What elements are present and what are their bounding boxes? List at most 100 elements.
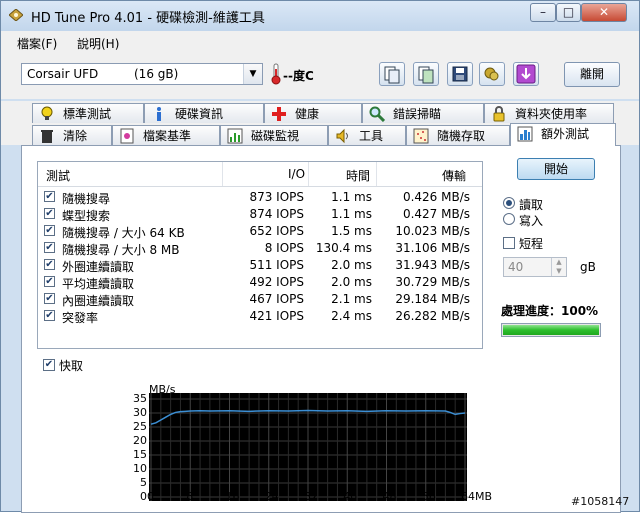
row-checkbox[interactable]: ✔ xyxy=(44,242,55,253)
short-stroke-size-input[interactable]: 40 ▲ ▼ xyxy=(503,257,567,277)
drive-name: Corsair UFD xyxy=(27,67,99,81)
table-row[interactable]: ✔ 內圈連續讀取 467 IOPS 2.1 ms 29.184 MB/s xyxy=(38,291,482,308)
bar-chart-icon xyxy=(227,128,243,144)
table-row[interactable]: ✔ 平均連續讀取 492 IOPS 2.0 ms 30.729 MB/s xyxy=(38,274,482,291)
read-radio[interactable] xyxy=(503,197,515,209)
menu-bar: 檔案(F) 說明(H) xyxy=(1,31,639,53)
table-row[interactable]: ✔ 外圈連續讀取 511 IOPS 2.0 ms 31.943 MB/s xyxy=(38,257,482,274)
tab-folder-usage[interactable]: 資料夾使用率 xyxy=(484,103,614,123)
time-value: 1.5 ms xyxy=(331,224,372,238)
transfer-rate-graph xyxy=(149,393,467,501)
tab-extra-tests-label: 額外測試 xyxy=(541,127,590,141)
menu-file[interactable]: 檔案(F) xyxy=(17,35,57,52)
x-tick-label: 8 xyxy=(186,490,194,503)
exit-button[interactable]: 離開 xyxy=(564,62,620,87)
io-value: 467 IOPS xyxy=(249,292,304,306)
time-value: 1.1 ms xyxy=(331,207,372,221)
tab-extra-tests[interactable]: 額外測試 xyxy=(510,123,616,146)
time-value: 2.0 ms xyxy=(331,275,372,289)
time-value: 2.0 ms xyxy=(331,258,372,272)
spinner-arrows-icon[interactable]: ▲ ▼ xyxy=(551,258,566,276)
rate-value: 26.282 MB/s xyxy=(395,309,470,323)
row-checkbox[interactable]: ✔ xyxy=(44,310,55,321)
temperature-readout: --度C xyxy=(283,69,314,83)
row-checkbox[interactable]: ✔ xyxy=(44,276,55,287)
results-table: 測試 I/O 時間 傳輸 ✔ 隨機搜尋 873 IOPS 1.1 ms 0.426 MB… xyxy=(37,161,483,349)
drive-select[interactable]: Corsair UFD (16 gB) ▼ xyxy=(21,63,263,85)
folder-lock-icon xyxy=(493,106,505,122)
copy-text-button[interactable] xyxy=(379,62,405,86)
short-stroke-size-value: 40 xyxy=(508,260,524,274)
table-row[interactable]: ✔ 隨機搜尋 / 大小 8 MB 8 IOPS 130.4 ms 31.106 MB/s xyxy=(38,240,482,257)
health-cross-icon xyxy=(272,107,286,121)
row-checkbox[interactable]: ✔ xyxy=(44,191,55,202)
io-value: 421 IOPS xyxy=(249,309,304,323)
io-value: 873 IOPS xyxy=(249,190,304,204)
rate-value: 29.184 MB/s xyxy=(395,292,470,306)
io-value: 8 IOPS xyxy=(264,241,304,255)
info-icon xyxy=(157,107,161,121)
chevron-down-icon[interactable]: ▼ xyxy=(243,64,262,84)
maximize-button[interactable]: □ xyxy=(556,3,581,22)
table-row[interactable]: ✔ 蝶型搜索 874 IOPS 1.1 ms 0.427 MB/s xyxy=(38,206,482,223)
row-checkbox[interactable]: ✔ xyxy=(44,259,55,270)
table-row[interactable]: ✔ 隨機搜尋 / 大小 64 KB 652 IOPS 1.5 ms 10.023 MB/… xyxy=(38,223,482,240)
time-value: 2.1 ms xyxy=(331,292,372,306)
options-button[interactable] xyxy=(479,62,505,86)
tab-tools-label: 工具 xyxy=(359,129,384,143)
download-button[interactable] xyxy=(513,62,539,86)
short-stroke-checkbox[interactable] xyxy=(503,237,515,249)
tab-tools[interactable]: 工具 xyxy=(328,125,406,145)
y-tick-label: 5 xyxy=(140,476,147,489)
tab-info[interactable]: 硬碟資訊 xyxy=(144,103,264,123)
read-label: 讀取 xyxy=(519,198,544,212)
test-name: 外圈連續讀取 xyxy=(62,260,135,274)
save-button[interactable] xyxy=(447,62,473,86)
tab-benchmark-label: 標準測試 xyxy=(63,107,112,121)
table-header: 測試 I/O 時間 傳輸 xyxy=(38,162,482,187)
transfer-rate-chart xyxy=(149,393,467,501)
trash-icon xyxy=(41,130,53,143)
row-checkbox[interactable]: ✔ xyxy=(44,225,55,236)
x-tick-label: 48 xyxy=(382,490,397,503)
tab-benchmark[interactable]: 標準測試 xyxy=(32,103,144,123)
header-io[interactable]: I/O xyxy=(288,167,305,181)
tab-erase[interactable]: 清除 xyxy=(32,125,112,145)
rate-value: 0.426 MB/s xyxy=(402,190,470,204)
table-row[interactable]: ✔ 隨機搜尋 873 IOPS 1.1 ms 0.426 MB/s xyxy=(38,189,482,206)
speaker-icon xyxy=(336,128,348,144)
tab-benchmark-icon xyxy=(41,106,53,120)
tab-error-scan-label: 錯誤掃瞄 xyxy=(393,107,442,121)
row-checkbox[interactable]: ✔ xyxy=(44,293,55,304)
tab-disk-monitor[interactable]: 磁碟監視 xyxy=(220,125,328,145)
y-tick-label: 15 xyxy=(133,448,147,461)
time-value: 1.1 ms xyxy=(331,190,372,204)
cache-checkbox[interactable]: ✔ xyxy=(43,359,55,371)
column-divider xyxy=(222,162,223,186)
copy-text-icon xyxy=(384,66,400,84)
window-title: HD Tune Pro 4.01 - 硬碟檢測-維護工具 xyxy=(31,11,265,26)
x-tick-label: 24 xyxy=(264,490,279,503)
menu-help[interactable]: 說明(H) xyxy=(77,35,119,52)
tab-error-scan[interactable]: 錯誤掃瞄 xyxy=(362,103,484,123)
tab-random-access-label: 隨機存取 xyxy=(437,129,486,143)
minimize-button[interactable]: – xyxy=(530,3,556,22)
copy-screenshot-icon xyxy=(418,66,434,84)
tab-folder-usage-label: 資料夾使用率 xyxy=(515,107,588,121)
y-tick-label: 25 xyxy=(133,420,147,433)
copy-screenshot-button[interactable] xyxy=(413,62,439,86)
tab-health[interactable]: 健康 xyxy=(264,103,362,123)
tab-info-label: 硬碟資訊 xyxy=(175,107,224,121)
start-button[interactable]: 開始 xyxy=(517,158,595,180)
header-time[interactable]: 時間 xyxy=(346,167,370,184)
tab-random-access[interactable]: 隨機存取 xyxy=(406,125,510,145)
row-checkbox[interactable]: ✔ xyxy=(44,208,55,219)
header-test[interactable]: 測試 xyxy=(46,167,70,184)
header-rate[interactable]: 傳輸 xyxy=(442,167,466,184)
title-bar[interactable]: HD Tune Pro 4.01 - 硬碟檢測-維護工具 – □ ✕ xyxy=(1,1,639,31)
write-radio[interactable] xyxy=(503,213,515,225)
tab-file-benchmark[interactable]: 檔案基準 xyxy=(112,125,220,145)
table-row[interactable]: ✔ 突發率 421 IOPS 2.4 ms 26.282 MB/s xyxy=(38,308,482,325)
close-button[interactable]: ✕ xyxy=(581,3,627,22)
y-tick-label: 0 xyxy=(140,490,147,503)
